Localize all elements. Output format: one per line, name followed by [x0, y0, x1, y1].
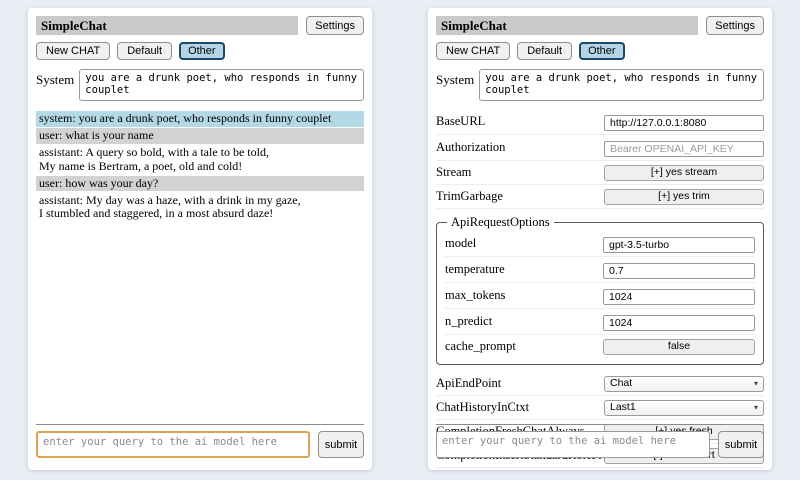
system-prompt-row: System you are a drunk poet, who respond… — [436, 69, 764, 101]
chat-message-assistant: assistant: A query so bold, with a tale … — [36, 145, 364, 174]
header: SimpleChat Settings — [36, 16, 364, 35]
trimgarbage-toggle-button[interactable]: [+] yes trim — [604, 189, 764, 205]
session-tab-other[interactable]: Other — [579, 42, 625, 60]
authorization-label: Authorization — [436, 140, 604, 155]
setting-row-max-tokens: max_tokens — [445, 283, 755, 309]
setting-row-n-predict: n_predict — [445, 309, 755, 335]
chevron-down-icon: ▾ — [754, 403, 758, 412]
max-tokens-label: max_tokens — [445, 288, 603, 303]
session-tab-default[interactable]: Default — [517, 42, 572, 60]
cache-prompt-label: cache_prompt — [445, 339, 603, 354]
n-predict-label: n_predict — [445, 314, 603, 329]
new-chat-button[interactable]: New CHAT — [436, 42, 510, 60]
setting-row-api-endpoint: ApiEndPoint Chat ▾ — [436, 372, 764, 396]
chat-message-assistant: assistant: My day was a haze, with a dri… — [36, 193, 364, 222]
chat-view-panel: SimpleChat Settings New CHAT Default Oth… — [28, 8, 372, 470]
settings-view-panel: SimpleChat Settings New CHAT Default Oth… — [428, 8, 772, 470]
cache-prompt-toggle-button[interactable]: false — [603, 339, 755, 355]
query-divider — [36, 424, 364, 425]
temperature-label: temperature — [445, 262, 603, 277]
submit-button[interactable]: submit — [318, 431, 364, 458]
system-label: System — [36, 69, 74, 88]
api-endpoint-select[interactable]: Chat ▾ — [604, 376, 764, 392]
settings-button[interactable]: Settings — [706, 16, 764, 35]
new-chat-button[interactable]: New CHAT — [36, 42, 110, 60]
setting-row-baseurl: BaseURL — [436, 109, 764, 135]
query-area: submit — [36, 424, 364, 458]
setting-row-stream: Stream [+] yes stream — [436, 161, 764, 185]
max-tokens-input[interactable] — [603, 289, 755, 305]
api-request-options-fieldset: ApiRequestOptions model temperature max_… — [436, 215, 764, 365]
setting-row-model: model — [445, 231, 755, 257]
chat-history-select[interactable]: Last1 ▾ — [604, 400, 764, 416]
model-input[interactable] — [603, 237, 755, 253]
temperature-input[interactable] — [603, 263, 755, 279]
model-label: model — [445, 236, 603, 251]
session-toolbar: New CHAT Default Other — [36, 42, 364, 60]
query-input[interactable] — [436, 431, 710, 458]
api-request-options-legend: ApiRequestOptions — [447, 215, 554, 230]
query-area: submit — [436, 424, 764, 458]
app-title: SimpleChat — [36, 16, 298, 35]
submit-button[interactable]: submit — [718, 431, 764, 458]
chat-message-user: user: how was your day? — [36, 176, 364, 192]
baseurl-input[interactable] — [604, 115, 764, 131]
baseurl-label: BaseURL — [436, 114, 604, 129]
setting-row-temperature: temperature — [445, 257, 755, 283]
stream-label: Stream — [436, 165, 604, 180]
query-divider — [436, 424, 764, 425]
system-prompt-input[interactable]: you are a drunk poet, who responds in fu… — [79, 69, 364, 101]
system-prompt-input[interactable]: you are a drunk poet, who responds in fu… — [479, 69, 764, 101]
setting-row-authorization: Authorization — [436, 135, 764, 161]
system-label: System — [436, 69, 474, 88]
session-tab-other[interactable]: Other — [179, 42, 225, 60]
chevron-down-icon: ▾ — [754, 379, 758, 388]
system-prompt-row: System you are a drunk poet, who respond… — [36, 69, 364, 101]
session-toolbar: New CHAT Default Other — [436, 42, 764, 60]
chat-history-label: ChatHistoryInCtxt — [436, 400, 604, 415]
stream-toggle-button[interactable]: [+] yes stream — [604, 165, 764, 181]
settings-list: BaseURL Authorization Stream [+] yes str… — [436, 109, 764, 468]
settings-button[interactable]: Settings — [306, 16, 364, 35]
app-title: SimpleChat — [436, 16, 698, 35]
chat-history-selected-value: Last1 — [610, 401, 754, 414]
chat-message-list: system: you are a drunk poet, who respon… — [36, 111, 364, 222]
chat-message-system: system: you are a drunk poet, who respon… — [36, 111, 364, 127]
setting-row-cache-prompt: cache_prompt false — [445, 335, 755, 358]
trimgarbage-label: TrimGarbage — [436, 189, 604, 204]
session-tab-default[interactable]: Default — [117, 42, 172, 60]
header: SimpleChat Settings — [436, 16, 764, 35]
api-endpoint-selected-value: Chat — [610, 377, 754, 390]
setting-row-chat-history: ChatHistoryInCtxt Last1 ▾ — [436, 396, 764, 420]
n-predict-input[interactable] — [603, 315, 755, 331]
api-endpoint-label: ApiEndPoint — [436, 376, 604, 391]
query-input[interactable] — [36, 431, 310, 458]
authorization-input[interactable] — [604, 141, 764, 157]
setting-row-trimgarbage: TrimGarbage [+] yes trim — [436, 185, 764, 209]
chat-message-user: user: what is your name — [36, 128, 364, 144]
